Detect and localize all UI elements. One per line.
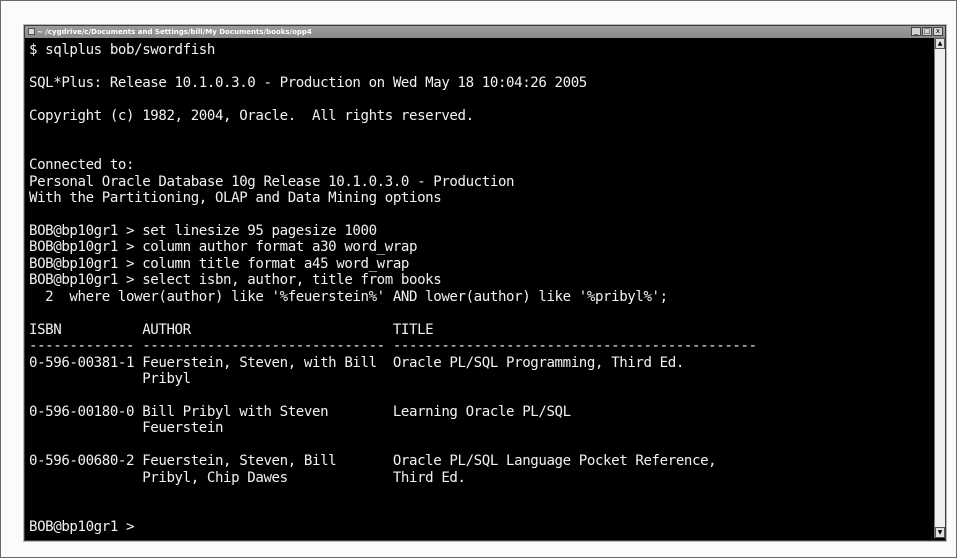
console-line: Pribyl, Chip Dawes Third Ed. <box>29 469 466 486</box>
console-line: 2 where lower(author) like '%feuerstein%… <box>29 288 668 305</box>
console-line: $ sqlplus bob/swordfish <box>29 42 215 58</box>
close-button[interactable]: x <box>933 27 943 36</box>
console-line: BOB@bp10gr1 > <box>29 519 135 536</box>
console-line: SQL*Plus: Release 10.1.0.3.0 - Productio… <box>29 74 587 91</box>
console-line: With the Partitioning, OLAP and Data Min… <box>29 190 442 207</box>
console-line: Copyright (c) 1982, 2004, Oracle. All ri… <box>29 107 474 124</box>
console-text: $ sqlplus bob/swordfish SQL*Plus: Releas… <box>25 38 933 536</box>
scroll-up-icon[interactable]: ▲ <box>935 38 945 49</box>
console-line: Pribyl <box>29 371 191 388</box>
console-line: ISBN AUTHOR TITLE <box>29 321 434 338</box>
console-line: BOB@bp10gr1 > set linesize 95 pagesize 1… <box>29 222 377 239</box>
console-line: 0-596-00180-0 Bill Pribyl with Steven Le… <box>29 403 571 420</box>
console-output[interactable]: $ sqlplus bob/swordfish SQL*Plus: Releas… <box>25 38 933 538</box>
console-line: BOB@bp10gr1 > column title format a45 wo… <box>29 255 410 272</box>
vertical-scrollbar[interactable]: ▲ ▼ <box>934 38 945 538</box>
console-line: Connected to: <box>29 157 135 174</box>
page-frame: ~ /cygdrive/c/Documents and Settings/bil… <box>0 0 957 558</box>
console-line: ------------- --------------------------… <box>29 338 757 355</box>
maximize-button[interactable]: □ <box>922 27 932 36</box>
window-icon[interactable] <box>28 28 35 35</box>
console-line: Feuerstein <box>29 420 224 437</box>
window-title: ~ /cygdrive/c/Documents and Settings/bil… <box>37 28 312 36</box>
window-controls: _ □ x <box>911 27 943 36</box>
title-bar[interactable]: ~ /cygdrive/c/Documents and Settings/bil… <box>25 26 945 38</box>
scroll-down-icon[interactable]: ▼ <box>935 527 945 538</box>
console-line: BOB@bp10gr1 > select isbn, author, title… <box>29 272 442 289</box>
console-line: 0-596-00680-2 Feuerstein, Steven, Bill O… <box>29 453 717 470</box>
console-line: 0-596-00381-1 Feuerstein, Steven, with B… <box>29 354 684 371</box>
console-line: Personal Oracle Database 10g Release 10.… <box>29 173 515 190</box>
minimize-button[interactable]: _ <box>911 27 921 36</box>
console-line: BOB@bp10gr1 > column author format a30 w… <box>29 239 418 256</box>
terminal-window: ~ /cygdrive/c/Documents and Settings/bil… <box>24 25 946 541</box>
